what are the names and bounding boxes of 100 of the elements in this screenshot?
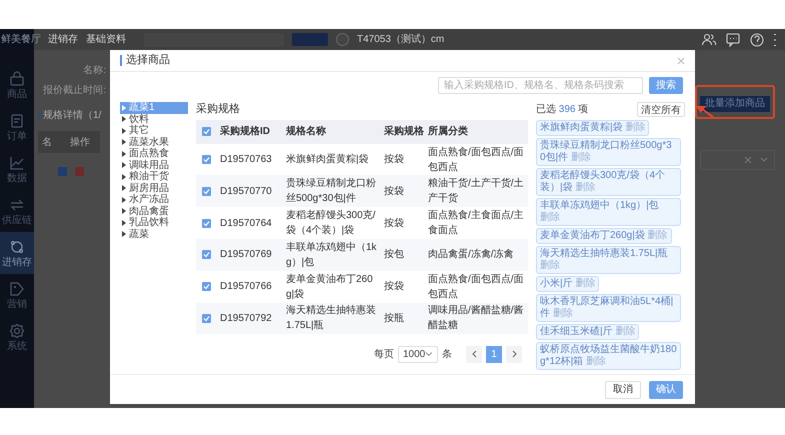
select-field[interactable] bbox=[700, 150, 775, 170]
table-cell: 按袋 bbox=[384, 186, 404, 197]
table-cell: D19570792 bbox=[220, 312, 272, 324]
category-item[interactable]: 乳品饮料 bbox=[120, 217, 188, 228]
checkbox[interactable] bbox=[202, 314, 210, 323]
checkbox[interactable] bbox=[202, 282, 210, 292]
avatar bbox=[336, 33, 349, 46]
cycle-icon bbox=[9, 238, 25, 254]
sidebar-item[interactable]: 进销存 bbox=[0, 232, 34, 274]
field-label: 报价截止时间: bbox=[43, 84, 106, 98]
checkbox[interactable] bbox=[202, 155, 210, 164]
sidebar-item[interactable]: 数据 bbox=[0, 148, 34, 190]
column-header: 采购规格 bbox=[384, 126, 424, 138]
table-cell: D19570764 bbox=[220, 218, 272, 229]
remove-link[interactable]: 删除 bbox=[540, 260, 560, 271]
table-cell: 面点熟食/面包西点/面包西点 bbox=[428, 146, 524, 173]
selected-chip: 小米|斤 删除 bbox=[536, 276, 600, 292]
remove-link[interactable]: 删除 bbox=[575, 278, 596, 289]
selected-chip: 麦稻老醇馒头300克/袋（4个装）|袋 删除 bbox=[536, 168, 681, 196]
category-item[interactable]: 粮油干货 bbox=[120, 171, 188, 182]
checkbox[interactable] bbox=[202, 250, 210, 260]
table-cell: 米旗鲜肉蛋黄粽|袋 bbox=[286, 154, 369, 166]
document-icon bbox=[9, 112, 25, 128]
selected-chip: 蚁桥原点牧场益生菌酸牛奶180g*12杯|箱 删除 bbox=[536, 342, 681, 370]
unit-label: 条 bbox=[442, 348, 452, 362]
remove-link[interactable]: 删除 bbox=[570, 152, 591, 163]
table-cell: 面点熟食/面包西点/面包西点 bbox=[428, 274, 524, 300]
checkbox[interactable] bbox=[202, 186, 210, 196]
confirm-button[interactable]: 确认 bbox=[649, 380, 683, 398]
remove-link[interactable]: 删除 bbox=[586, 356, 606, 367]
table-cell: D19570770 bbox=[220, 186, 272, 197]
table-cell: 丰联单冻鸡翅中（1kg）|包 bbox=[286, 242, 377, 268]
selected-chip: 麦单金黄油布丁260g|袋 删除 bbox=[536, 228, 672, 244]
remove-link[interactable]: 删除 bbox=[615, 326, 636, 337]
checkbox[interactable] bbox=[202, 127, 210, 136]
column-header: 操作 bbox=[70, 136, 90, 150]
sidebar-item[interactable]: 商品 bbox=[0, 64, 34, 106]
tag-icon bbox=[9, 280, 25, 296]
page-size-select[interactable]: 1000 bbox=[398, 346, 438, 363]
arrows-icon bbox=[9, 196, 25, 212]
previous-page-button[interactable] bbox=[466, 346, 482, 363]
column-header: 采购规格ID bbox=[220, 126, 270, 138]
table-cell: D19570766 bbox=[220, 281, 272, 292]
category-item[interactable]: 饮料 bbox=[120, 114, 188, 125]
checkbox[interactable] bbox=[202, 218, 210, 228]
next-page-button[interactable] bbox=[506, 346, 522, 363]
caret-icon bbox=[425, 351, 433, 358]
table-cell: 贵珠绿豆精制龙口粉丝500g*30包|件 bbox=[286, 178, 376, 204]
remove-link[interactable]: 删除 bbox=[540, 212, 560, 223]
clear-all-button[interactable]: 清空所有 bbox=[637, 102, 685, 116]
user-name: T47053（测试）cm bbox=[357, 32, 444, 47]
category-item[interactable]: 蔬菜1 bbox=[120, 102, 188, 114]
category-item[interactable]: 厨房用品 bbox=[120, 182, 188, 194]
breadcrumb-link[interactable]: 基础资料 bbox=[86, 32, 126, 47]
column-header: 名 bbox=[42, 136, 52, 150]
section-title: 规格详情（1/ bbox=[43, 108, 102, 123]
breadcrumb-link[interactable]: 进销存 bbox=[48, 32, 78, 47]
table-cell: 面点熟食/主食面点/主食面点 bbox=[428, 210, 524, 236]
selected-count: 已选 396 项 bbox=[536, 102, 588, 116]
sidebar-item[interactable]: 营销 bbox=[0, 274, 34, 316]
sidebar-item[interactable]: 供应链 bbox=[0, 190, 34, 232]
selected-chip: 丰联单冻鸡翅中（1kg）|包 删除 bbox=[536, 198, 681, 226]
search-button[interactable]: 搜索 bbox=[649, 76, 683, 94]
sidebar-item[interactable]: 系统 bbox=[0, 316, 34, 358]
chat-icon bbox=[725, 32, 741, 48]
field-label: 名称: bbox=[83, 64, 106, 78]
category-item[interactable]: 调味用品 bbox=[120, 160, 188, 171]
cancel-button[interactable]: 取消 bbox=[605, 380, 641, 398]
batch-add-button[interactable]: 批量添加商品 bbox=[700, 96, 770, 112]
chevron-right-icon bbox=[512, 350, 516, 358]
search-field[interactable]: 输入采购规格ID、规格名、规格条码搜索 bbox=[438, 76, 643, 94]
remove-link[interactable]: 删除 bbox=[648, 230, 668, 241]
column-header: 所属分类 bbox=[428, 126, 468, 138]
category-item[interactable]: 蔬菜水果 bbox=[120, 136, 188, 148]
table-cell: 调味用品/酱醋盐糖/酱醋盐糖 bbox=[428, 305, 524, 332]
table-cell: D19570769 bbox=[220, 249, 272, 260]
app-logo: 鲜美餐厅 bbox=[1, 34, 41, 45]
table-cell: 按包 bbox=[384, 249, 404, 260]
people-icon bbox=[701, 32, 717, 48]
remove-link[interactable]: 删除 bbox=[552, 308, 573, 319]
dialog-title: 选择商品 bbox=[126, 52, 170, 68]
table-cell: 按袋 bbox=[384, 154, 404, 166]
caret-icon bbox=[760, 156, 768, 164]
remove-link[interactable]: 删除 bbox=[575, 182, 596, 193]
table-cell: 麦稻老醇馒头300克/袋（4个装）|袋 bbox=[286, 210, 376, 236]
table-cell: 按袋 bbox=[384, 218, 404, 229]
category-item[interactable]: 其它 bbox=[120, 125, 188, 136]
remove-link[interactable]: 删除 bbox=[625, 122, 646, 133]
settings-icon bbox=[9, 322, 25, 338]
line-chart-icon bbox=[9, 154, 25, 170]
table-cell: 粮油干货/土产干货/土产干货 bbox=[428, 178, 524, 204]
selected-chip: 贵珠绿豆精制龙口粉丝500g*30包|件 删除 bbox=[536, 138, 681, 166]
category-item[interactable]: 水产冻品 bbox=[120, 194, 188, 206]
sidebar-item[interactable]: 订单 bbox=[0, 106, 34, 148]
category-item[interactable]: 肉品禽蛋 bbox=[120, 206, 188, 217]
table-cell: D19570763 bbox=[220, 154, 272, 166]
category-item[interactable]: 蔬菜 bbox=[120, 228, 188, 240]
table-cell: 按瓶 bbox=[384, 312, 404, 324]
page-button[interactable]: 1 bbox=[486, 346, 502, 363]
category-item[interactable]: 面点熟食 bbox=[120, 148, 188, 160]
